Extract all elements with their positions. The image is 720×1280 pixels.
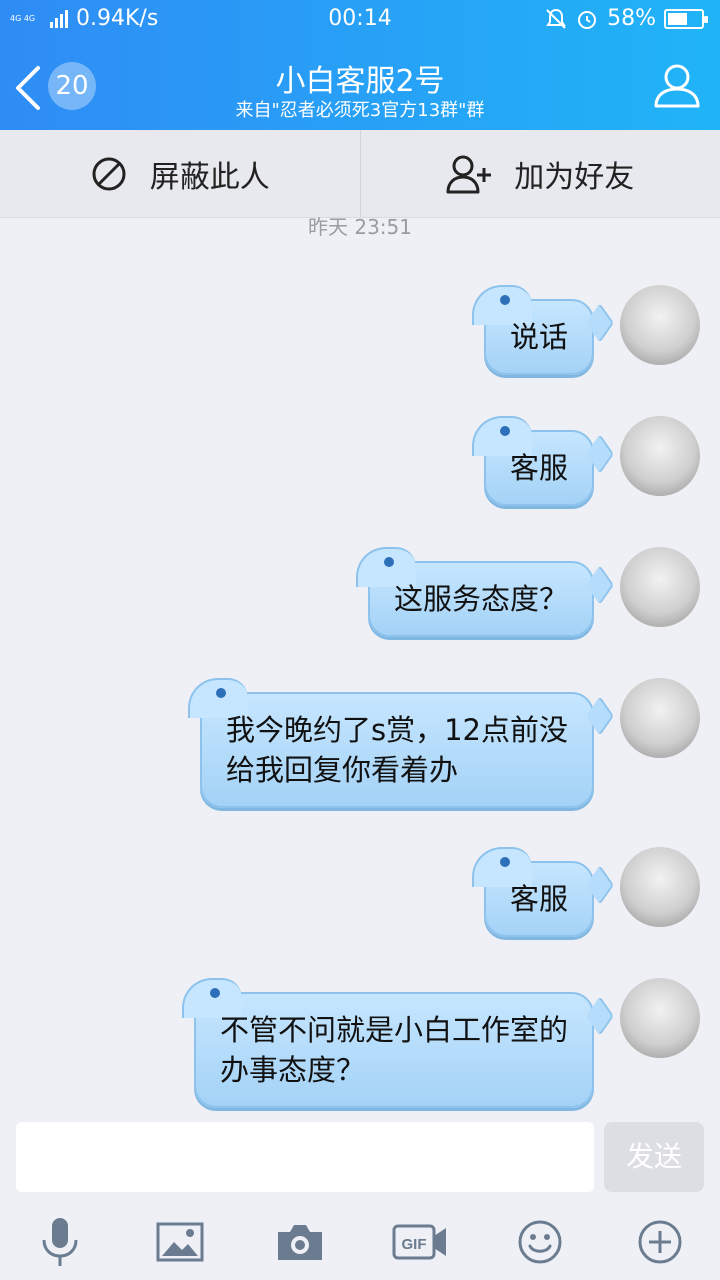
avatar[interactable] bbox=[620, 416, 700, 496]
message-bubble[interactable]: 不管不问就是小白工作室的 办事态度？ bbox=[181, 978, 614, 1108]
image-icon[interactable] bbox=[150, 1212, 210, 1272]
bubble-eye-decoration bbox=[499, 857, 510, 867]
message-text: 客服 bbox=[509, 451, 568, 485]
alarm-icon bbox=[578, 10, 597, 29]
bubble-eye-decoration bbox=[499, 426, 510, 436]
camera-icon[interactable] bbox=[270, 1212, 330, 1272]
message-timestamp: 昨天 23:51 bbox=[308, 215, 412, 239]
bubble-eye-decoration bbox=[383, 557, 394, 567]
message-text: 这服务态度？ bbox=[393, 582, 568, 616]
input-toolbar: GIF bbox=[0, 1212, 720, 1272]
plus-icon[interactable] bbox=[630, 1212, 690, 1272]
message-text-line: 不管不问就是小白工作室的 bbox=[219, 1013, 568, 1047]
add-user-icon bbox=[446, 155, 492, 193]
block-user-button[interactable]: 屏蔽此人 bbox=[0, 130, 360, 217]
message-bubble[interactable]: 客服 bbox=[471, 847, 614, 937]
add-friend-button[interactable]: 加为好友 bbox=[361, 130, 720, 217]
bubble-tail bbox=[586, 434, 614, 474]
chat-subtitle: 来自"忍者必须死3官方13群"群 bbox=[235, 100, 485, 121]
battery-icon bbox=[664, 8, 708, 29]
message-bubble[interactable]: 说话 bbox=[471, 285, 614, 375]
battery-percent: 58% bbox=[607, 6, 656, 31]
bubble-tail bbox=[586, 303, 614, 343]
message-bubble[interactable]: 我今晚约了s赏，12点前没 给我回复你看着办 bbox=[187, 678, 614, 808]
bubble-tail bbox=[586, 696, 614, 736]
avatar[interactable] bbox=[620, 547, 700, 627]
message-text-line: 给我回复你看着办 bbox=[225, 753, 458, 787]
block-user-label: 屏蔽此人 bbox=[149, 159, 270, 195]
status-bar: 4G 4G 0.94K/s 00:14 58% bbox=[0, 0, 720, 40]
input-area: 发送 GIF bbox=[0, 1112, 720, 1280]
message-text-line: 办事态度？ bbox=[219, 1053, 365, 1087]
action-bar: 屏蔽此人 加为好友 bbox=[0, 130, 720, 218]
header: 4G 4G 0.94K/s 00:14 58% 20 小白客服2号 来自"忍者必… bbox=[0, 0, 720, 130]
avatar[interactable] bbox=[620, 847, 700, 927]
microphone-icon[interactable] bbox=[30, 1212, 90, 1272]
bubble-eye-decoration bbox=[209, 988, 220, 998]
message-text: 客服 bbox=[509, 882, 568, 916]
message-text: 说话 bbox=[509, 320, 568, 354]
profile-button[interactable] bbox=[652, 60, 702, 110]
avatar[interactable] bbox=[620, 678, 700, 758]
bubble-tail bbox=[586, 565, 614, 605]
emoji-icon[interactable] bbox=[510, 1212, 570, 1272]
avatar[interactable] bbox=[620, 978, 700, 1058]
add-friend-label: 加为好友 bbox=[514, 159, 635, 195]
bubble-eye-decoration bbox=[215, 688, 226, 698]
message-input[interactable] bbox=[16, 1122, 594, 1192]
gif-icon[interactable]: GIF bbox=[390, 1212, 450, 1272]
mute-bell-icon bbox=[546, 8, 566, 29]
send-button[interactable]: 发送 bbox=[604, 1122, 704, 1192]
message-bubble[interactable]: 这服务态度？ bbox=[355, 547, 614, 637]
bubble-tail bbox=[586, 996, 614, 1036]
message-text-line: 我今晚约了s赏，12点前没 bbox=[225, 713, 568, 747]
bubble-tail bbox=[586, 865, 614, 905]
block-icon bbox=[92, 157, 126, 190]
gif-label: GIF bbox=[402, 1236, 427, 1253]
bubble-eye-decoration bbox=[499, 295, 510, 305]
user-icon bbox=[654, 64, 700, 108]
message-bubble[interactable]: 客服 bbox=[471, 416, 614, 506]
chat-title: 小白客服2号 bbox=[275, 64, 445, 99]
avatar[interactable] bbox=[620, 285, 700, 365]
